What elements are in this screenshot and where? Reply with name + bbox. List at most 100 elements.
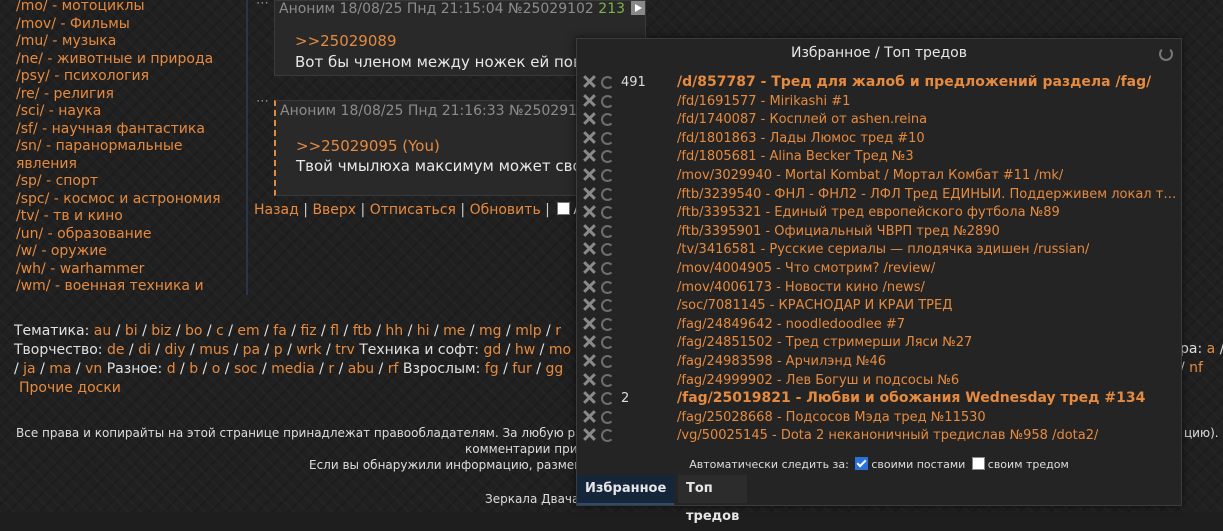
board-code[interactable]: /re/: [16, 86, 40, 102]
remove-icon[interactable]: [583, 131, 596, 144]
board-name[interactable]: оружие: [51, 243, 107, 259]
board-code[interactable]: /mov/: [16, 16, 56, 32]
board-link[interactable]: ftb: [353, 323, 372, 339]
remove-icon[interactable]: [583, 242, 596, 255]
board-link[interactable]: r: [555, 323, 561, 339]
update-icon[interactable]: [601, 336, 614, 350]
thread-link[interactable]: /fag/24849642 - noodledoodlee #7: [677, 317, 905, 332]
board-link[interactable]: fa: [273, 323, 287, 339]
board-item[interactable]: /psy/ - психология: [16, 68, 246, 86]
update-icon[interactable]: [601, 94, 614, 108]
board-code[interactable]: /un/: [16, 226, 43, 242]
board-item[interactable]: /ne/ - животные и природа: [16, 51, 246, 69]
unsubscribe-link[interactable]: Отписаться: [370, 202, 456, 218]
board-code[interactable]: /tv/: [16, 208, 39, 224]
remove-icon[interactable]: [583, 261, 596, 274]
board-item[interactable]: /mu/ - музыка: [16, 33, 246, 51]
board-name[interactable]: космос и астрономия: [63, 191, 220, 207]
board-item[interactable]: /spc/ - космос и астрономия: [16, 191, 246, 209]
board-code[interactable]: /sf/: [16, 121, 38, 137]
board-link[interactable]: ja: [23, 361, 35, 377]
board-link[interactable]: fl: [330, 323, 339, 339]
board-item[interactable]: /un/ - образование: [16, 226, 246, 244]
board-link[interactable]: trv: [335, 342, 355, 358]
board-item[interactable]: /mo/ - мотоциклы: [16, 0, 246, 16]
remove-icon[interactable]: [583, 187, 596, 200]
board-code[interactable]: /ne/: [16, 51, 43, 67]
thread-link[interactable]: /ftb/3395321 - Единый тред европейского …: [677, 205, 1060, 220]
board-link[interactable]: mlp: [515, 323, 541, 339]
board-link[interactable]: biz: [151, 323, 171, 339]
update-icon[interactable]: [601, 243, 614, 257]
own-posts-checkbox[interactable]: [855, 457, 869, 470]
board-link[interactable]: me: [443, 323, 465, 339]
board-name[interactable]: тв и кино: [53, 208, 123, 224]
post-menu-icon[interactable]: ⋯: [256, 0, 269, 11]
board-link[interactable]: mo: [549, 342, 571, 358]
thread-link[interactable]: /fd/1805681 - Alina Becker Тред №3: [677, 149, 914, 164]
remove-icon[interactable]: [583, 428, 596, 441]
remove-icon[interactable]: [583, 94, 596, 107]
remove-icon[interactable]: [583, 168, 596, 181]
update-icon[interactable]: [601, 113, 614, 127]
board-item[interactable]: /sf/ - научная фантастика: [16, 121, 246, 139]
board-link[interactable]: nf: [1189, 360, 1203, 376]
update-icon[interactable]: [601, 429, 614, 443]
back-link[interactable]: Назад: [254, 202, 299, 218]
thread-link[interactable]: /mov/3029940 - Mortal Kombat / Мортал Ко…: [677, 168, 1063, 183]
thread-link[interactable]: /ftb/3239540 - ФНЛ - ФНЛ2 - ЛФЛ Тред ЕДИ…: [677, 187, 1179, 202]
update-icon[interactable]: [601, 224, 614, 238]
update-icon[interactable]: [601, 261, 614, 275]
update-icon[interactable]: [601, 150, 614, 164]
remove-icon[interactable]: [583, 205, 596, 218]
refresh-link[interactable]: Обновить: [470, 202, 541, 218]
board-code[interactable]: /mo/: [16, 0, 48, 14]
tab-top-threads[interactable]: Топ тредов: [678, 475, 748, 524]
thread-link[interactable]: /vg/50025145 - Dota 2 неканоничный треди…: [677, 428, 1098, 443]
remove-icon[interactable]: [583, 354, 596, 367]
board-link[interactable]: hh: [385, 323, 403, 339]
thread-link[interactable]: /fag/25028668 - Подсосов Мэда тред №1153…: [677, 410, 986, 425]
board-code[interactable]: /sci/: [16, 103, 44, 119]
post-reply-count[interactable]: 213: [598, 1, 625, 17]
board-link[interactable]: mg: [479, 323, 502, 339]
board-link[interactable]: soc: [234, 361, 258, 377]
board-link[interactable]: gd: [483, 342, 501, 358]
board-name[interactable]: Фильмы: [70, 16, 130, 32]
update-icon[interactable]: [601, 131, 614, 145]
board-link[interactable]: mus: [199, 342, 229, 358]
board-name[interactable]: warhammer: [60, 261, 145, 277]
board-link[interactable]: au: [94, 323, 111, 339]
auto-update-checkbox[interactable]: [557, 202, 571, 215]
board-link[interactable]: b: [189, 361, 198, 377]
board-name[interactable]: образование: [57, 226, 151, 242]
board-link[interactable]: ma: [49, 361, 71, 377]
board-code[interactable]: /psy/: [16, 68, 50, 84]
remove-icon[interactable]: [583, 317, 596, 330]
board-link[interactable]: vn: [85, 361, 102, 377]
update-icon[interactable]: [601, 373, 614, 387]
board-item[interactable]: /tv/ - тв и кино: [16, 208, 246, 226]
board-code[interactable]: /spc/: [16, 191, 49, 207]
board-item[interactable]: /wm/ - военная техника и: [16, 278, 246, 296]
thread-link[interactable]: /mov/4006173 - Новости кино /news/: [677, 280, 925, 295]
board-link[interactable]: fur: [512, 361, 532, 377]
board-code[interactable]: /mu/: [16, 33, 48, 49]
update-icon[interactable]: [601, 76, 614, 89]
board-name[interactable]: психология: [64, 68, 149, 84]
thread-link[interactable]: /fag/24999902 - Лев Богуш и подсосы №6: [677, 373, 959, 388]
remove-icon[interactable]: [583, 391, 596, 404]
board-link[interactable]: bi: [125, 323, 138, 339]
board-link[interactable]: fiz: [300, 323, 316, 339]
up-link[interactable]: Вверх: [312, 202, 356, 218]
reply-link[interactable]: >>25029089: [295, 32, 396, 50]
remove-icon[interactable]: [583, 75, 596, 88]
remove-icon[interactable]: [583, 112, 596, 125]
thread-link[interactable]: /d/857787 - Тред для жалоб и предложений…: [677, 74, 1151, 90]
thread-link[interactable]: /ftb/3395901 - Официальный ЧВРП тред №28…: [677, 224, 1000, 239]
remove-icon[interactable]: [583, 335, 596, 348]
board-name[interactable]: военная техника и: [64, 278, 203, 294]
board-link[interactable]: wrk: [296, 342, 321, 358]
board-code[interactable]: /wm/: [16, 278, 51, 294]
thread-link[interactable]: /fd/1740087 - Косплей от ashen.reina: [677, 112, 927, 127]
